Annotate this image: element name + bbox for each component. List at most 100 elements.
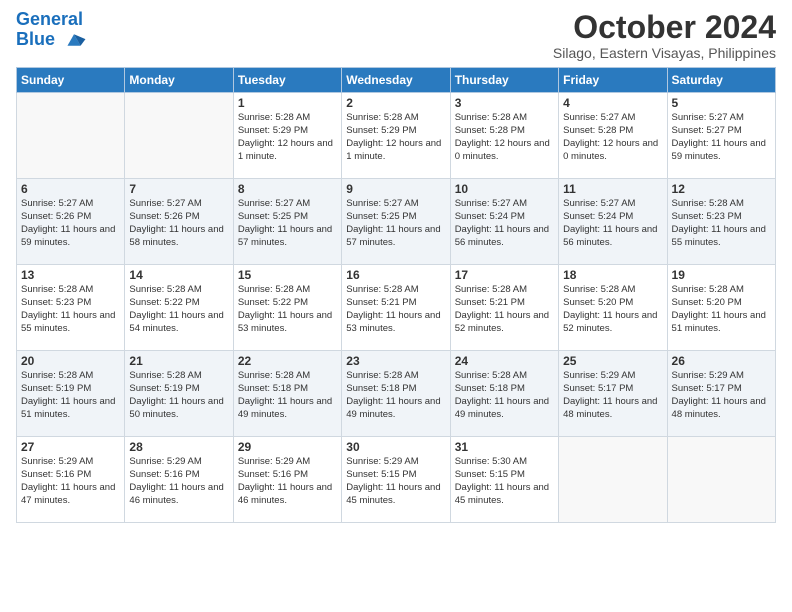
day-info: Sunrise: 5:28 AMSunset: 5:23 PMDaylight:…	[672, 198, 771, 249]
day-number: 11	[563, 182, 662, 196]
logo-text: General	[16, 10, 86, 30]
logo-icon	[62, 31, 86, 49]
calendar-header-sunday: Sunday	[17, 68, 125, 93]
calendar-table: SundayMondayTuesdayWednesdayThursdayFrid…	[16, 67, 776, 523]
calendar-week-2: 6 Sunrise: 5:27 AMSunset: 5:26 PMDayligh…	[17, 179, 776, 265]
calendar-week-4: 20 Sunrise: 5:28 AMSunset: 5:19 PMDaylig…	[17, 351, 776, 437]
day-number: 14	[129, 268, 228, 282]
day-number: 22	[238, 354, 337, 368]
calendar-cell: 17 Sunrise: 5:28 AMSunset: 5:21 PMDaylig…	[450, 265, 558, 351]
day-info: Sunrise: 5:27 AMSunset: 5:25 PMDaylight:…	[238, 198, 337, 249]
calendar-cell: 19 Sunrise: 5:28 AMSunset: 5:20 PMDaylig…	[667, 265, 775, 351]
day-info: Sunrise: 5:28 AMSunset: 5:28 PMDaylight:…	[455, 112, 554, 163]
day-number: 7	[129, 182, 228, 196]
day-info: Sunrise: 5:28 AMSunset: 5:18 PMDaylight:…	[346, 370, 445, 421]
calendar-cell: 9 Sunrise: 5:27 AMSunset: 5:25 PMDayligh…	[342, 179, 450, 265]
day-number: 9	[346, 182, 445, 196]
title-block: October 2024 Silago, Eastern Visayas, Ph…	[553, 10, 776, 61]
day-info: Sunrise: 5:28 AMSunset: 5:29 PMDaylight:…	[238, 112, 337, 163]
calendar-cell: 24 Sunrise: 5:28 AMSunset: 5:18 PMDaylig…	[450, 351, 558, 437]
day-number: 28	[129, 440, 228, 454]
calendar-cell: 3 Sunrise: 5:28 AMSunset: 5:28 PMDayligh…	[450, 93, 558, 179]
day-info: Sunrise: 5:27 AMSunset: 5:24 PMDaylight:…	[455, 198, 554, 249]
calendar-header-thursday: Thursday	[450, 68, 558, 93]
day-info: Sunrise: 5:28 AMSunset: 5:19 PMDaylight:…	[21, 370, 120, 421]
day-info: Sunrise: 5:29 AMSunset: 5:16 PMDaylight:…	[21, 456, 120, 507]
calendar-cell: 11 Sunrise: 5:27 AMSunset: 5:24 PMDaylig…	[559, 179, 667, 265]
calendar-cell: 29 Sunrise: 5:29 AMSunset: 5:16 PMDaylig…	[233, 437, 341, 523]
day-number: 15	[238, 268, 337, 282]
day-info: Sunrise: 5:28 AMSunset: 5:22 PMDaylight:…	[238, 284, 337, 335]
day-info: Sunrise: 5:28 AMSunset: 5:18 PMDaylight:…	[238, 370, 337, 421]
calendar-cell: 20 Sunrise: 5:28 AMSunset: 5:19 PMDaylig…	[17, 351, 125, 437]
day-number: 20	[21, 354, 120, 368]
calendar-header-row: SundayMondayTuesdayWednesdayThursdayFrid…	[17, 68, 776, 93]
day-info: Sunrise: 5:29 AMSunset: 5:17 PMDaylight:…	[563, 370, 662, 421]
calendar-header-saturday: Saturday	[667, 68, 775, 93]
day-number: 16	[346, 268, 445, 282]
day-number: 4	[563, 96, 662, 110]
calendar-cell: 10 Sunrise: 5:27 AMSunset: 5:24 PMDaylig…	[450, 179, 558, 265]
day-number: 23	[346, 354, 445, 368]
day-info: Sunrise: 5:27 AMSunset: 5:27 PMDaylight:…	[672, 112, 771, 163]
calendar-cell: 6 Sunrise: 5:27 AMSunset: 5:26 PMDayligh…	[17, 179, 125, 265]
day-number: 26	[672, 354, 771, 368]
day-info: Sunrise: 5:28 AMSunset: 5:21 PMDaylight:…	[346, 284, 445, 335]
calendar-week-3: 13 Sunrise: 5:28 AMSunset: 5:23 PMDaylig…	[17, 265, 776, 351]
calendar-cell: 12 Sunrise: 5:28 AMSunset: 5:23 PMDaylig…	[667, 179, 775, 265]
day-number: 31	[455, 440, 554, 454]
calendar-cell: 7 Sunrise: 5:27 AMSunset: 5:26 PMDayligh…	[125, 179, 233, 265]
calendar-week-1: 1 Sunrise: 5:28 AMSunset: 5:29 PMDayligh…	[17, 93, 776, 179]
calendar-header-wednesday: Wednesday	[342, 68, 450, 93]
day-number: 21	[129, 354, 228, 368]
calendar-cell: 26 Sunrise: 5:29 AMSunset: 5:17 PMDaylig…	[667, 351, 775, 437]
day-number: 10	[455, 182, 554, 196]
day-info: Sunrise: 5:27 AMSunset: 5:25 PMDaylight:…	[346, 198, 445, 249]
day-info: Sunrise: 5:29 AMSunset: 5:16 PMDaylight:…	[238, 456, 337, 507]
day-number: 19	[672, 268, 771, 282]
calendar-cell: 4 Sunrise: 5:27 AMSunset: 5:28 PMDayligh…	[559, 93, 667, 179]
day-number: 6	[21, 182, 120, 196]
calendar-cell: 2 Sunrise: 5:28 AMSunset: 5:29 PMDayligh…	[342, 93, 450, 179]
day-info: Sunrise: 5:27 AMSunset: 5:24 PMDaylight:…	[563, 198, 662, 249]
calendar-cell: 8 Sunrise: 5:27 AMSunset: 5:25 PMDayligh…	[233, 179, 341, 265]
calendar-cell: 25 Sunrise: 5:29 AMSunset: 5:17 PMDaylig…	[559, 351, 667, 437]
day-info: Sunrise: 5:27 AMSunset: 5:28 PMDaylight:…	[563, 112, 662, 163]
day-number: 8	[238, 182, 337, 196]
calendar-cell: 14 Sunrise: 5:28 AMSunset: 5:22 PMDaylig…	[125, 265, 233, 351]
day-number: 17	[455, 268, 554, 282]
day-info: Sunrise: 5:28 AMSunset: 5:20 PMDaylight:…	[563, 284, 662, 335]
day-number: 25	[563, 354, 662, 368]
logo-text-2: Blue	[16, 30, 86, 50]
calendar-cell	[125, 93, 233, 179]
calendar-cell: 22 Sunrise: 5:28 AMSunset: 5:18 PMDaylig…	[233, 351, 341, 437]
logo: General Blue	[16, 10, 86, 50]
calendar-cell: 27 Sunrise: 5:29 AMSunset: 5:16 PMDaylig…	[17, 437, 125, 523]
day-info: Sunrise: 5:28 AMSunset: 5:21 PMDaylight:…	[455, 284, 554, 335]
day-info: Sunrise: 5:27 AMSunset: 5:26 PMDaylight:…	[21, 198, 120, 249]
day-number: 30	[346, 440, 445, 454]
day-number: 27	[21, 440, 120, 454]
day-info: Sunrise: 5:28 AMSunset: 5:19 PMDaylight:…	[129, 370, 228, 421]
day-number: 29	[238, 440, 337, 454]
day-info: Sunrise: 5:29 AMSunset: 5:16 PMDaylight:…	[129, 456, 228, 507]
day-number: 2	[346, 96, 445, 110]
calendar-cell: 18 Sunrise: 5:28 AMSunset: 5:20 PMDaylig…	[559, 265, 667, 351]
day-number: 12	[672, 182, 771, 196]
calendar-week-5: 27 Sunrise: 5:29 AMSunset: 5:16 PMDaylig…	[17, 437, 776, 523]
day-info: Sunrise: 5:28 AMSunset: 5:22 PMDaylight:…	[129, 284, 228, 335]
day-info: Sunrise: 5:28 AMSunset: 5:20 PMDaylight:…	[672, 284, 771, 335]
day-number: 5	[672, 96, 771, 110]
calendar-cell: 13 Sunrise: 5:28 AMSunset: 5:23 PMDaylig…	[17, 265, 125, 351]
day-info: Sunrise: 5:29 AMSunset: 5:17 PMDaylight:…	[672, 370, 771, 421]
day-info: Sunrise: 5:29 AMSunset: 5:15 PMDaylight:…	[346, 456, 445, 507]
calendar-cell: 23 Sunrise: 5:28 AMSunset: 5:18 PMDaylig…	[342, 351, 450, 437]
calendar-cell: 15 Sunrise: 5:28 AMSunset: 5:22 PMDaylig…	[233, 265, 341, 351]
day-info: Sunrise: 5:27 AMSunset: 5:26 PMDaylight:…	[129, 198, 228, 249]
header: General Blue October 2024 Silago, Easter…	[16, 10, 776, 61]
location-subtitle: Silago, Eastern Visayas, Philippines	[553, 45, 776, 61]
calendar-header-monday: Monday	[125, 68, 233, 93]
day-info: Sunrise: 5:28 AMSunset: 5:18 PMDaylight:…	[455, 370, 554, 421]
day-number: 24	[455, 354, 554, 368]
day-info: Sunrise: 5:28 AMSunset: 5:23 PMDaylight:…	[21, 284, 120, 335]
